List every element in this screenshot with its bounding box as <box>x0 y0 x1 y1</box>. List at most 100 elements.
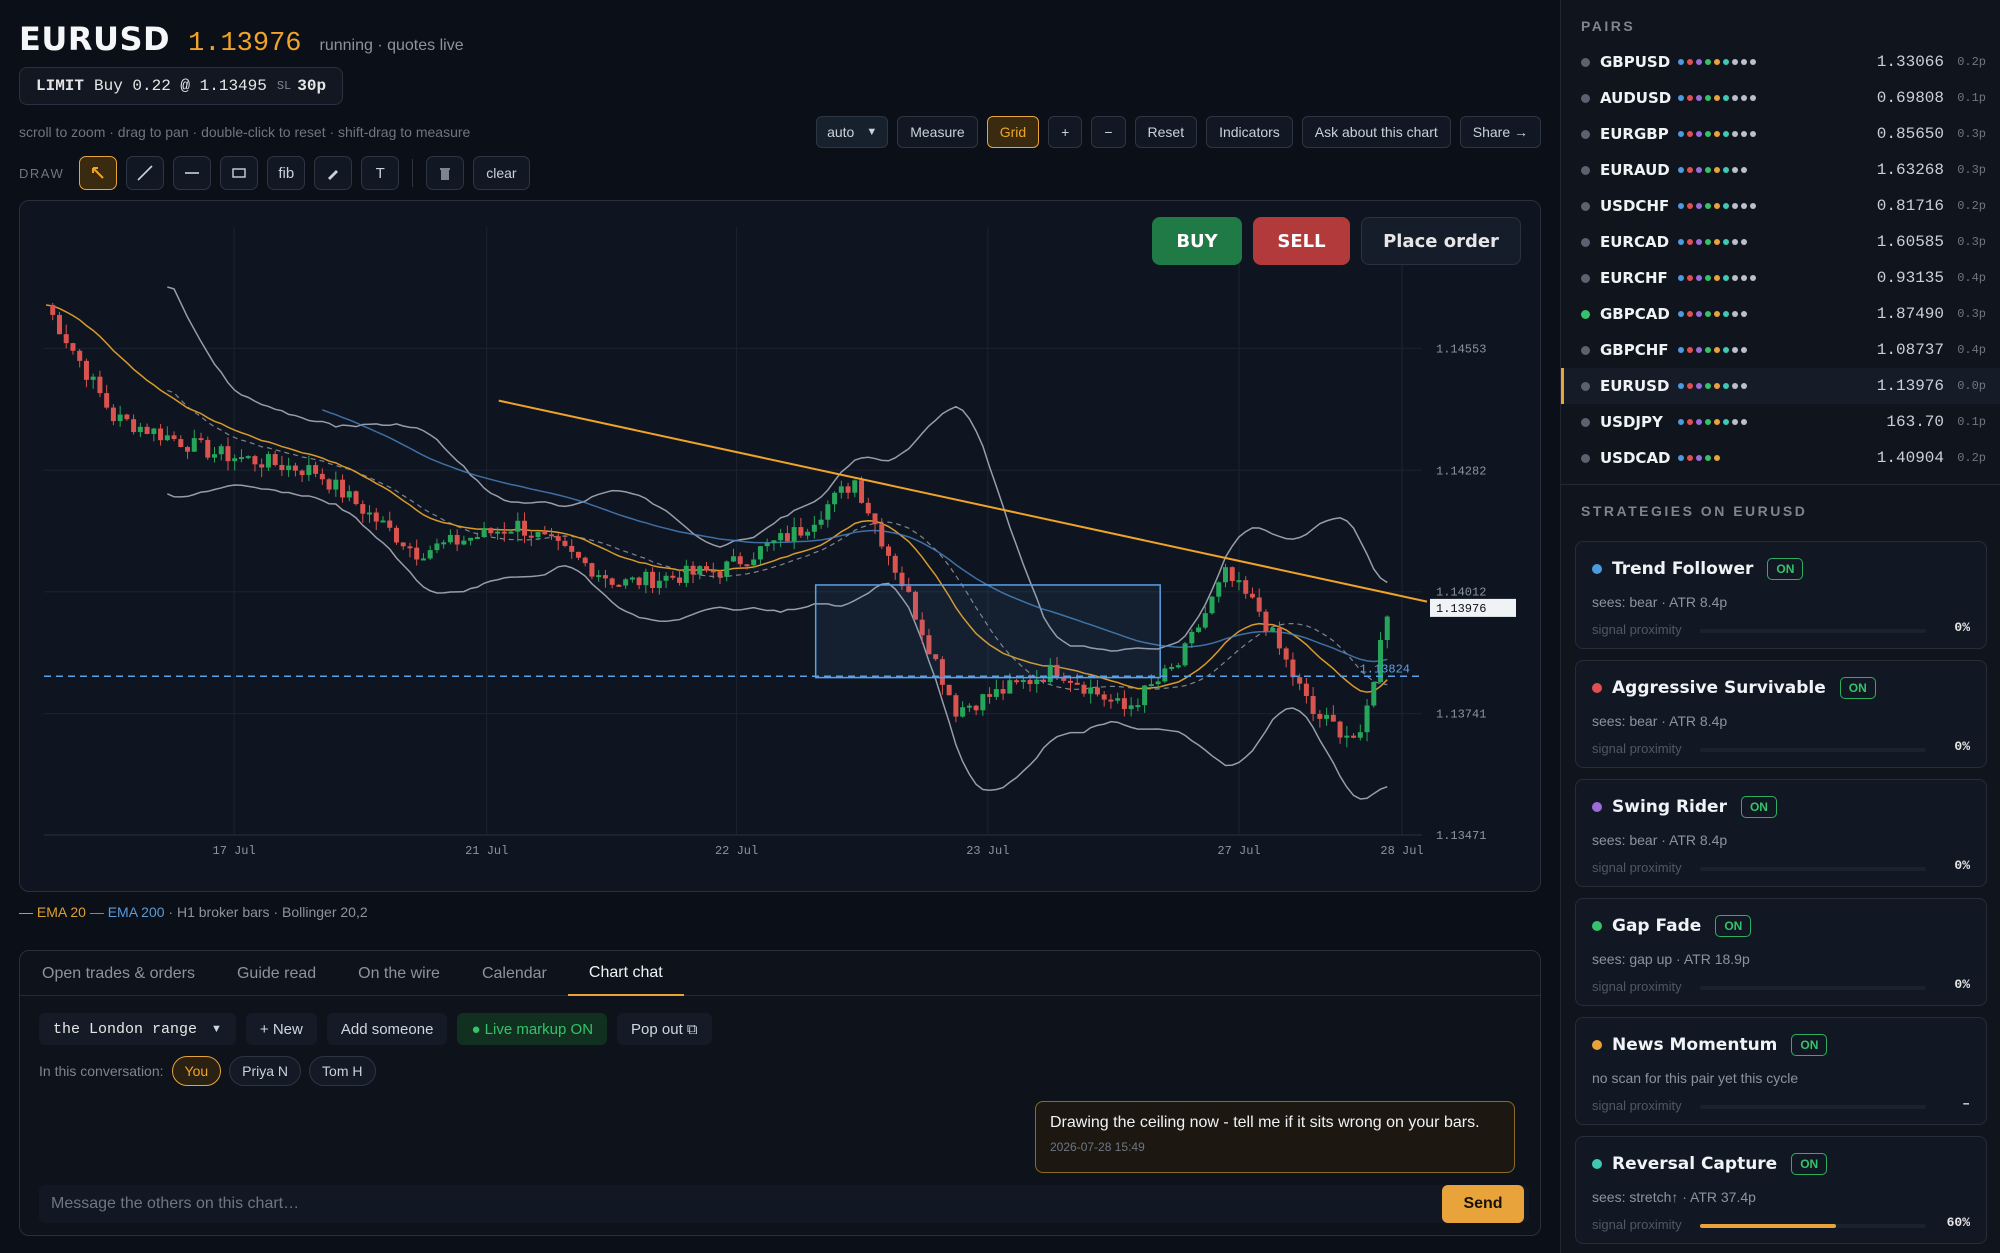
strategy-dots <box>1678 239 1828 245</box>
new-conversation-button[interactable]: + New <box>245 1013 317 1045</box>
candle-body <box>710 570 716 573</box>
participants-label: In this conversation: <box>39 1063 164 1079</box>
cursor-tool-button[interactable] <box>79 156 118 190</box>
conversation-select[interactable]: the London range ▼ <box>39 1013 236 1045</box>
sl-value: 30p <box>297 77 327 95</box>
fib-tool-button[interactable]: fib <box>267 156 306 190</box>
tab-on-the-wire[interactable]: On the wire <box>337 951 461 996</box>
strategy-status-badge[interactable]: ON <box>1791 1153 1828 1175</box>
strategy-card[interactable]: Gap Fade ON sees: gap up · ATR 18.9p signal… <box>1575 898 1987 1006</box>
pair-row-eurusd[interactable]: EURUSD 1.13976 0.0p <box>1561 368 2000 404</box>
candle-body <box>872 513 878 525</box>
pair-spread: 0.3p <box>1957 235 1986 249</box>
pair-row-eurgbp[interactable]: EURGBP 0.85650 0.3p <box>1561 116 2000 152</box>
send-button[interactable]: Send <box>1442 1185 1524 1223</box>
order-ticket[interactable]: LIMIT Buy 0.22 @ 1.13495 SL 30p <box>19 67 344 105</box>
candle-body <box>569 545 575 552</box>
candle-body <box>946 684 952 696</box>
pair-row-audusd[interactable]: AUDUSD 0.69808 0.1p <box>1561 80 2000 116</box>
chart-canvas[interactable]: 1.14553 1.14282 1.14012 1.13741 1.13471 17 Ju… <box>20 201 1541 892</box>
candle-body <box>1283 648 1289 660</box>
signal-proximity-fill <box>1700 1224 1836 1228</box>
tab-chart-chat[interactable]: Chart chat <box>567 951 684 996</box>
candle-body <box>380 520 386 523</box>
pop-out-button[interactable]: Pop out ⧉ <box>617 1013 712 1045</box>
pair-row-gbpchf[interactable]: GBPCHF 1.08737 0.4p <box>1561 332 2000 368</box>
strategy-dots <box>1678 419 1828 425</box>
candle-body <box>744 564 750 567</box>
grid-toggle[interactable]: Grid <box>986 116 1040 148</box>
legend-ema200: — EMA 200 <box>89 904 165 920</box>
rect-tool-button[interactable] <box>220 156 259 190</box>
strategy-status-badge[interactable]: ON <box>1767 558 1804 580</box>
sell-button[interactable]: SELL <box>1253 217 1350 265</box>
pair-row-usdcad[interactable]: USDCAD 1.40904 0.2p <box>1561 440 2000 476</box>
pair-row-usdjpy[interactable]: USDJPY 163.70 0.1p <box>1561 404 2000 440</box>
pair-row-gbpusd[interactable]: GBPUSD 1.33066 0.2p <box>1561 44 2000 80</box>
chart-legend: — EMA 20 — EMA 200 · H1 broker bars · Bo… <box>19 904 368 920</box>
measure-button[interactable]: Measure <box>897 116 978 148</box>
pair-row-euraud[interactable]: EURAUD 1.63268 0.3p <box>1561 152 2000 188</box>
toolbar-divider <box>412 159 414 187</box>
trash-button[interactable] <box>426 156 465 190</box>
pair-row-eurchf[interactable]: EURCHF 0.93135 0.4p <box>1561 260 2000 296</box>
strategy-card[interactable]: Trend Follower ON sees: bear · ATR 8.4p sig… <box>1575 541 1987 649</box>
pen-tool-button[interactable] <box>314 156 353 190</box>
zoom-out-button[interactable]: − <box>1091 116 1126 148</box>
pair-name: GBPCAD <box>1600 305 1670 323</box>
clear-button[interactable]: clear <box>473 156 530 190</box>
chart-hint: scroll to zoom · drag to pan · double-cl… <box>19 124 471 140</box>
strategy-card[interactable]: Aggressive Survivable ON sees: bear · ATR … <box>1575 660 1987 768</box>
place-order-button[interactable]: Place order <box>1361 217 1521 265</box>
candle-body <box>966 705 972 708</box>
candle-body <box>1007 680 1013 694</box>
y-tick-label: 1.14553 <box>1436 342 1486 356</box>
pair-row-usdchf[interactable]: USDCHF 0.81716 0.2p <box>1561 188 2000 224</box>
candle-body <box>764 542 770 547</box>
strategy-dots <box>1678 59 1828 65</box>
candle-body <box>724 561 730 577</box>
candle-body <box>636 577 642 586</box>
strategy-status-badge[interactable]: ON <box>1740 796 1777 818</box>
strategy-color-dot <box>1592 921 1602 931</box>
timeframe-select[interactable]: auto ▼ <box>816 116 889 148</box>
candle-body <box>751 559 757 566</box>
tab-calendar[interactable]: Calendar <box>461 951 568 996</box>
zoom-in-button[interactable]: + <box>1048 116 1083 148</box>
strategy-status-badge[interactable]: ON <box>1839 677 1876 699</box>
participant-tom[interactable]: Tom H <box>309 1056 376 1086</box>
ask-chart-button[interactable]: Ask about this chart <box>1301 116 1451 148</box>
candle-body <box>697 566 703 575</box>
share-button[interactable]: Share → <box>1459 116 1541 148</box>
candle-body <box>218 446 224 455</box>
strategy-status-badge[interactable]: ON <box>1791 1034 1828 1056</box>
pair-row-eurcad[interactable]: EURCAD 1.60585 0.3p <box>1561 224 2000 260</box>
symbol-title: EURUSD <box>19 20 171 58</box>
strategy-name: News Momentum <box>1612 1035 1778 1055</box>
strategy-dots <box>1678 95 1828 101</box>
strategy-sub: no scan for this pair yet this cycle <box>1592 1070 1799 1086</box>
hline-tool-button[interactable] <box>173 156 212 190</box>
strategy-status-badge[interactable]: ON <box>1715 915 1752 937</box>
candle-body <box>602 575 608 579</box>
message-input[interactable]: Message the others on this chart… Send <box>39 1185 1529 1223</box>
participant-priya[interactable]: Priya N <box>229 1056 302 1086</box>
strategy-card[interactable]: News Momentum ON no scan for this pair yet… <box>1575 1017 1987 1125</box>
add-someone-button[interactable]: Add someone <box>326 1013 448 1045</box>
reset-button[interactable]: Reset <box>1134 116 1198 148</box>
tab-open-trades[interactable]: Open trades & orders <box>42 951 216 996</box>
price-chart[interactable]: 1.14553 1.14282 1.14012 1.13741 1.13471 17 Ju… <box>19 200 1541 892</box>
indicators-button[interactable]: Indicators <box>1206 116 1293 148</box>
candle-body <box>1014 680 1020 683</box>
pair-name: USDCAD <box>1600 449 1671 467</box>
line-tool-button[interactable] <box>126 156 165 190</box>
buy-button[interactable]: BUY <box>1152 217 1242 265</box>
text-tool-button[interactable]: T <box>361 156 400 190</box>
pair-row-gbpcad[interactable]: GBPCAD 1.87490 0.3p <box>1561 296 2000 332</box>
live-markup-toggle[interactable]: ● Live markup ON <box>457 1013 608 1045</box>
strategy-card[interactable]: Reversal Capture ON sees: stretch↑ · ATR 3… <box>1575 1136 1987 1244</box>
participant-you[interactable]: You <box>171 1056 222 1086</box>
tab-guide-read[interactable]: Guide read <box>216 951 337 996</box>
candle-body <box>319 473 325 480</box>
strategy-card[interactable]: Swing Rider ON sees: bear · ATR 8.4p signal… <box>1575 779 1987 887</box>
